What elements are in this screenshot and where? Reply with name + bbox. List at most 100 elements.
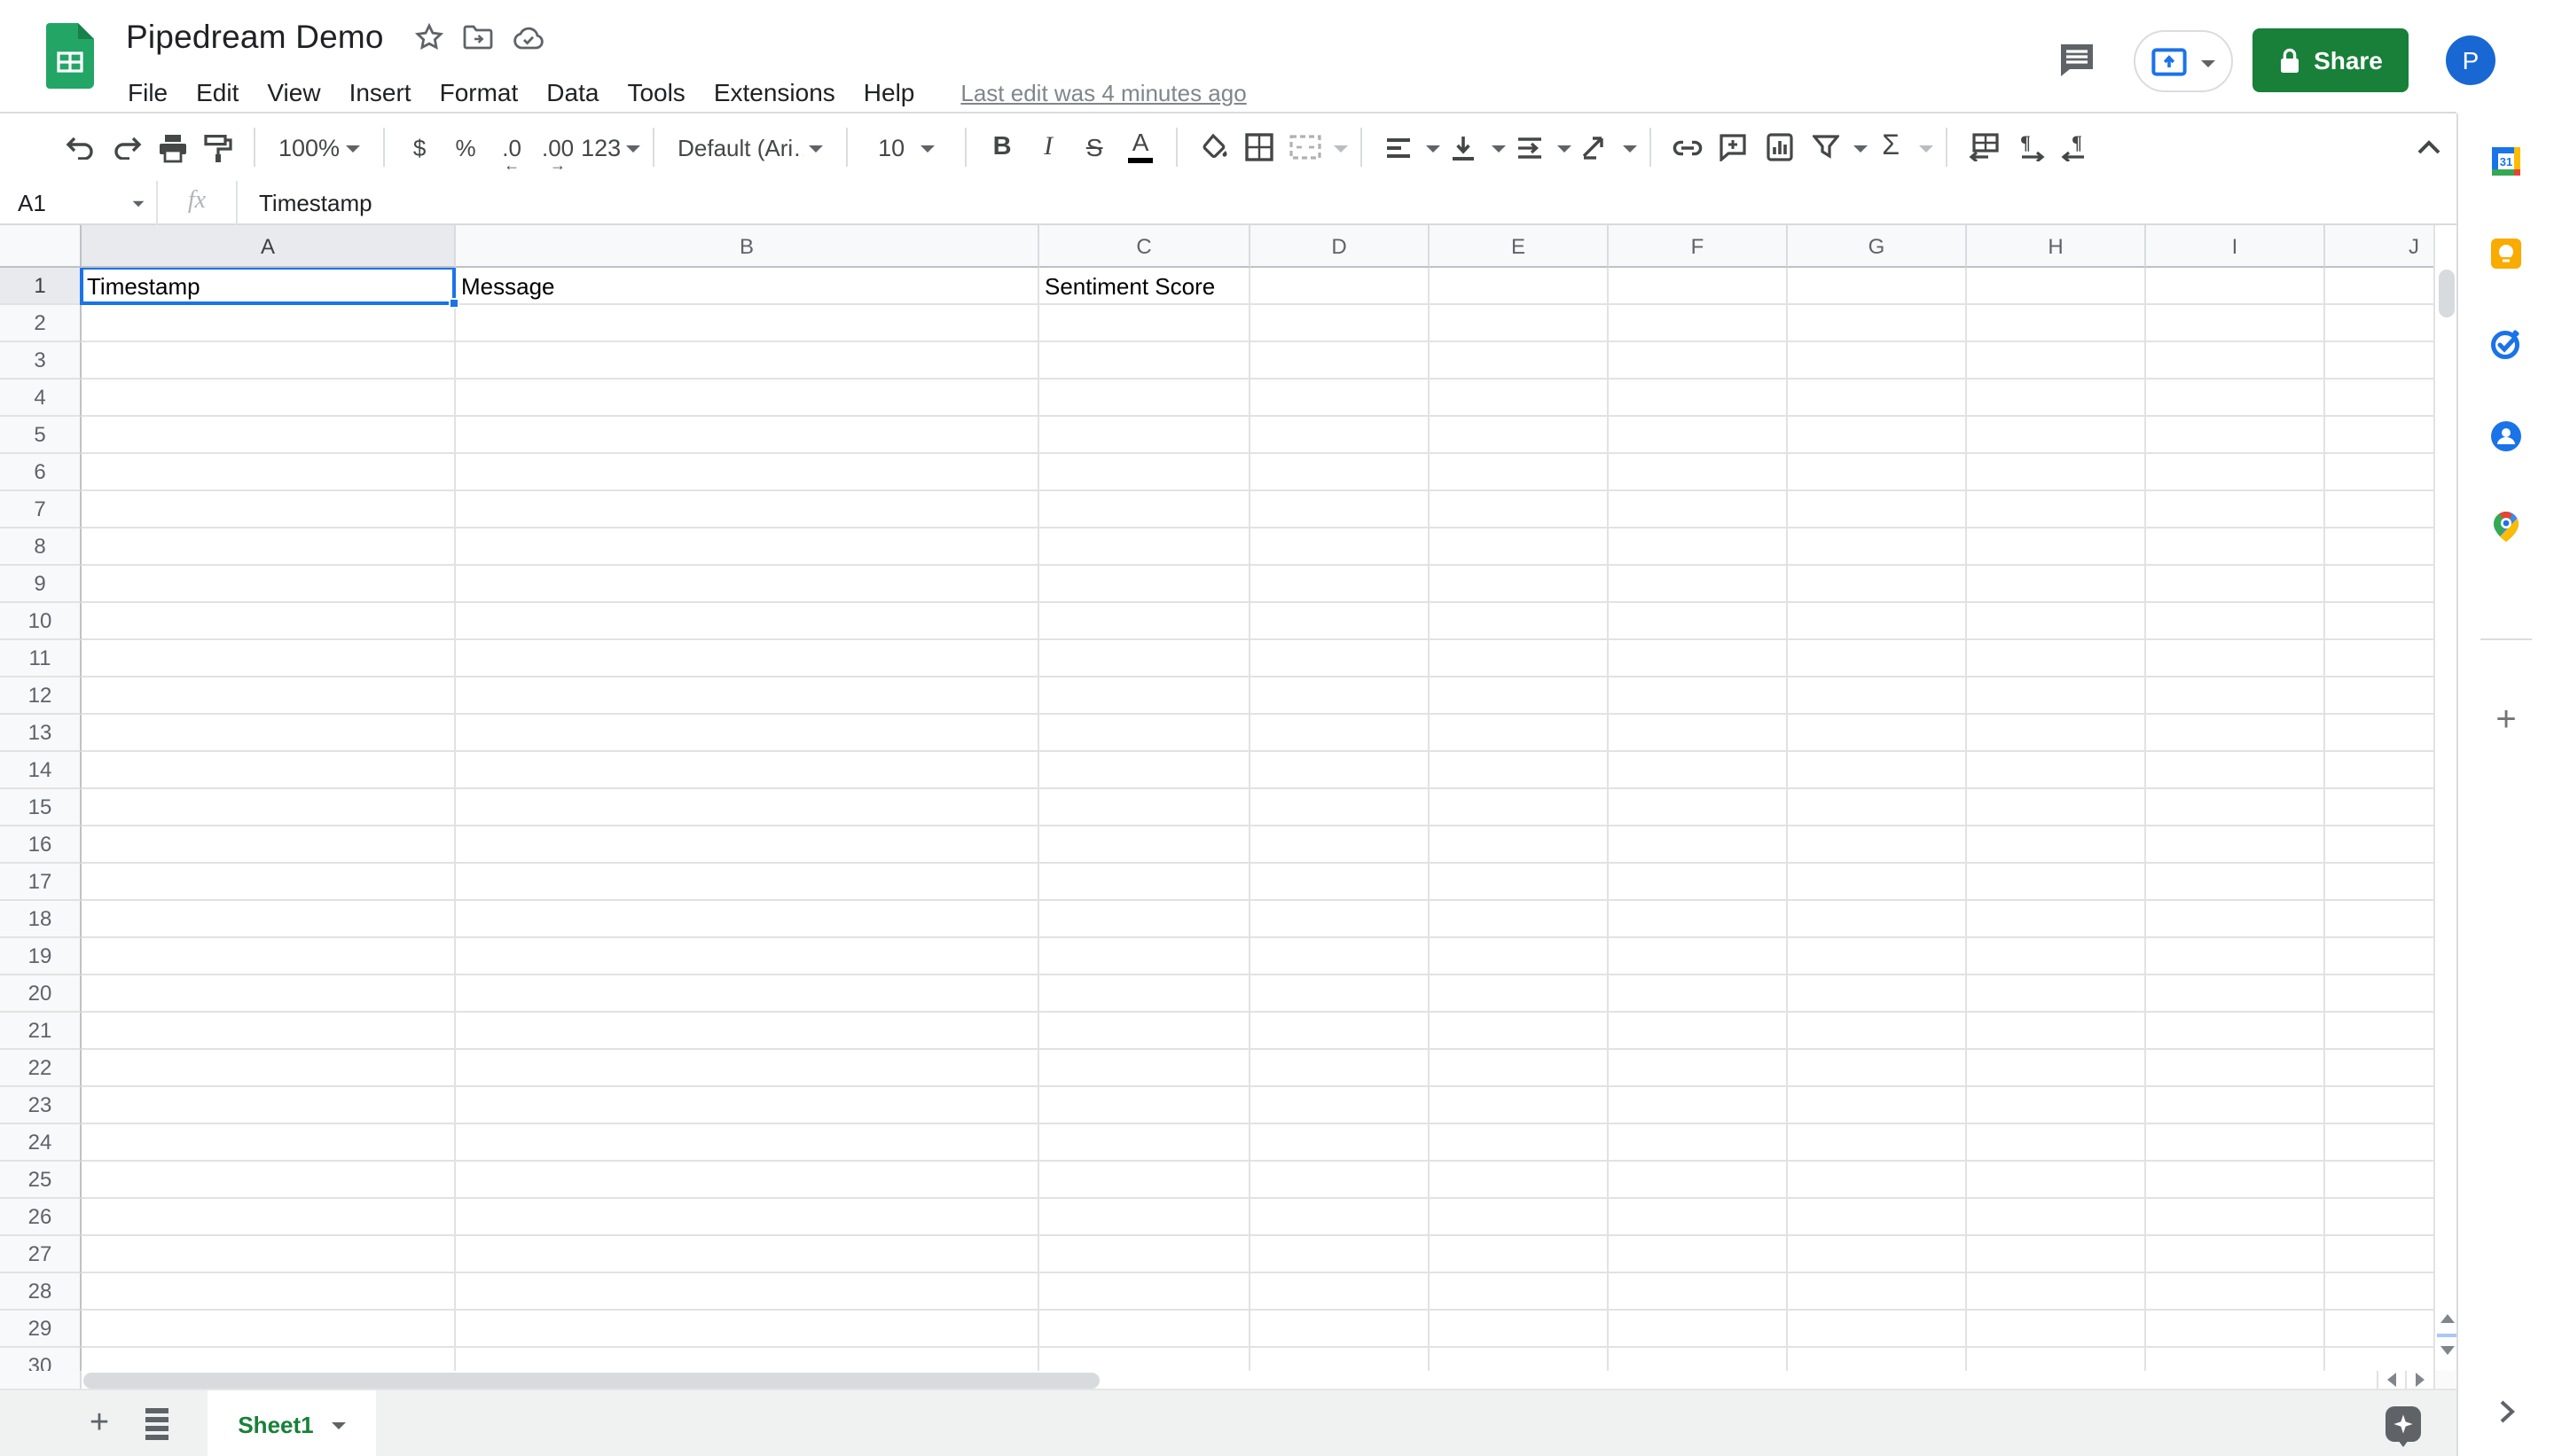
cell-C20[interactable]	[1039, 975, 1250, 1013]
cell-G27[interactable]	[1788, 1236, 1967, 1273]
column-header-B[interactable]: B	[456, 225, 1039, 268]
cell-A18[interactable]	[82, 901, 456, 938]
text-direction-rtl-button[interactable]: ¶	[2052, 126, 2098, 168]
insert-chart-button[interactable]	[1756, 126, 1802, 168]
cell-E23[interactable]	[1430, 1087, 1609, 1124]
paint-format-button[interactable]	[195, 126, 241, 168]
cell-D28[interactable]	[1250, 1273, 1430, 1311]
horizontal-scrollbar[interactable]	[0, 1371, 2456, 1389]
cell-C9[interactable]	[1039, 566, 1250, 603]
row-header-6[interactable]: 6	[0, 454, 82, 491]
cell-B6[interactable]	[456, 454, 1039, 491]
cell-H29[interactable]	[1967, 1311, 2146, 1348]
text-wrap-button[interactable]	[1506, 126, 1552, 168]
vertical-align-button[interactable]	[1440, 126, 1486, 168]
cell-E13[interactable]	[1430, 715, 1609, 752]
row-header-1[interactable]: 1	[0, 268, 82, 305]
menu-edit[interactable]: Edit	[182, 74, 253, 110]
cell-A23[interactable]	[82, 1087, 456, 1124]
cell-A25[interactable]	[82, 1162, 456, 1199]
cell-C22[interactable]	[1039, 1050, 1250, 1087]
cell-C16[interactable]	[1039, 826, 1250, 864]
cell-I6[interactable]	[2146, 454, 2325, 491]
cell-G17[interactable]	[1788, 864, 1967, 901]
cell-I16[interactable]	[2146, 826, 2325, 864]
cell-E5[interactable]	[1430, 417, 1609, 454]
cell-I25[interactable]	[2146, 1162, 2325, 1199]
zoom-select[interactable]: 100%	[268, 126, 370, 168]
cell-B20[interactable]	[456, 975, 1039, 1013]
cell-D9[interactable]	[1250, 566, 1430, 603]
row-header-22[interactable]: 22	[0, 1050, 82, 1087]
cell-E1[interactable]	[1430, 268, 1609, 305]
cell-A8[interactable]	[82, 528, 456, 566]
row-header-9[interactable]: 9	[0, 566, 82, 603]
cell-G6[interactable]	[1788, 454, 1967, 491]
cell-B11[interactable]	[456, 640, 1039, 677]
cell-G5[interactable]	[1788, 417, 1967, 454]
cell-A27[interactable]	[82, 1236, 456, 1273]
cell-F2[interactable]	[1609, 305, 1788, 342]
cell-B17[interactable]	[456, 864, 1039, 901]
cell-E20[interactable]	[1430, 975, 1609, 1013]
explore-button[interactable]	[2386, 1406, 2421, 1442]
cell-B12[interactable]	[456, 677, 1039, 715]
scroll-down-button[interactable]	[2435, 1337, 2458, 1364]
cell-C24[interactable]	[1039, 1124, 1250, 1162]
cell-B4[interactable]	[456, 380, 1039, 417]
format-currency-button[interactable]: $	[396, 126, 443, 168]
print-button[interactable]	[149, 126, 195, 168]
undo-button[interactable]	[57, 126, 103, 168]
menu-extensions[interactable]: Extensions	[700, 74, 850, 110]
cell-D23[interactable]	[1250, 1087, 1430, 1124]
cell-D3[interactable]	[1250, 342, 1430, 380]
cell-B28[interactable]	[456, 1273, 1039, 1311]
cell-B1[interactable]: Message	[456, 268, 1039, 305]
cell-C28[interactable]	[1039, 1273, 1250, 1311]
cell-G25[interactable]	[1788, 1162, 1967, 1199]
fill-color-button[interactable]	[1190, 126, 1236, 168]
cell-I22[interactable]	[2146, 1050, 2325, 1087]
italic-button[interactable]: I	[1025, 126, 1071, 168]
cell-H7[interactable]	[1967, 491, 2146, 528]
formula-input[interactable]: Timestamp	[238, 189, 372, 215]
cell-J30[interactable]	[2325, 1348, 2433, 1371]
cell-D25[interactable]	[1250, 1162, 1430, 1199]
cell-J1[interactable]	[2325, 268, 2433, 305]
cell-I13[interactable]	[2146, 715, 2325, 752]
cell-I26[interactable]	[2146, 1199, 2325, 1236]
scroll-left-button[interactable]	[2377, 1371, 2405, 1389]
cell-A7[interactable]	[82, 491, 456, 528]
cell-F25[interactable]	[1609, 1162, 1788, 1199]
cell-G23[interactable]	[1788, 1087, 1967, 1124]
cell-C1[interactable]: Sentiment Score	[1039, 268, 1250, 305]
cell-G1[interactable]	[1788, 268, 1967, 305]
cell-F1[interactable]	[1609, 268, 1788, 305]
cell-J19[interactable]	[2325, 938, 2433, 975]
column-header-J[interactable]: J	[2325, 225, 2433, 268]
cell-D13[interactable]	[1250, 715, 1430, 752]
cell-B23[interactable]	[456, 1087, 1039, 1124]
cell-H5[interactable]	[1967, 417, 2146, 454]
column-header-E[interactable]: E	[1430, 225, 1609, 268]
cell-J28[interactable]	[2325, 1273, 2433, 1311]
cell-G2[interactable]	[1788, 305, 1967, 342]
text-wrap-caret[interactable]	[1557, 145, 1571, 153]
cell-I20[interactable]	[2146, 975, 2325, 1013]
row-header-7[interactable]: 7	[0, 491, 82, 528]
row-header-29[interactable]: 29	[0, 1311, 82, 1348]
cell-D29[interactable]	[1250, 1311, 1430, 1348]
cell-C15[interactable]	[1039, 789, 1250, 826]
cell-H30[interactable]	[1967, 1348, 2146, 1371]
cell-A1[interactable]: Timestamp	[82, 268, 456, 305]
cell-H8[interactable]	[1967, 528, 2146, 566]
cell-C18[interactable]	[1039, 901, 1250, 938]
text-rotation-caret[interactable]	[1623, 145, 1637, 153]
row-header-15[interactable]: 15	[0, 789, 82, 826]
column-header-G[interactable]: G	[1788, 225, 1967, 268]
cell-B5[interactable]	[456, 417, 1039, 454]
cell-H22[interactable]	[1967, 1050, 2146, 1087]
row-header-26[interactable]: 26	[0, 1199, 82, 1236]
keep-icon[interactable]	[2490, 238, 2522, 270]
cell-C2[interactable]	[1039, 305, 1250, 342]
